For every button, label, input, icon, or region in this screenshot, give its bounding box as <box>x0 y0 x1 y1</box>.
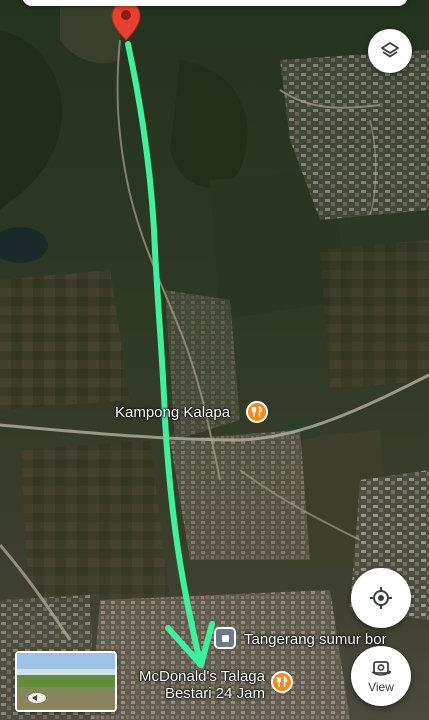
street-view-thumbnail[interactable] <box>15 651 117 712</box>
poi-label-kampong[interactable]: Kampong Kalapa <box>115 404 230 421</box>
poi-label-mcd-line1: McDonald's Talaga <box>139 668 265 685</box>
layers-icon <box>381 42 399 58</box>
layers-button[interactable] <box>368 29 412 73</box>
street-view-button[interactable]: View <box>351 646 411 706</box>
fork-knife-icon[interactable] <box>271 671 293 693</box>
poi-label-tangerang[interactable]: Tangerang sumur bor <box>244 631 387 648</box>
view-label: View <box>368 679 394 694</box>
poi-label-mcd[interactable]: McDonald's Talaga Bestari 24 Jam <box>139 668 265 702</box>
poi-label-mcd-line2: Bestari 24 Jam <box>164 685 265 702</box>
search-bar-edge[interactable] <box>22 0 408 6</box>
square-place-icon[interactable] <box>214 627 236 649</box>
my-location-button[interactable] <box>351 568 411 628</box>
fork-knife-icon[interactable] <box>246 401 268 423</box>
panorama-arrow-icon <box>28 693 46 703</box>
360-camera-icon <box>371 660 392 676</box>
my-location-icon <box>370 587 392 609</box>
